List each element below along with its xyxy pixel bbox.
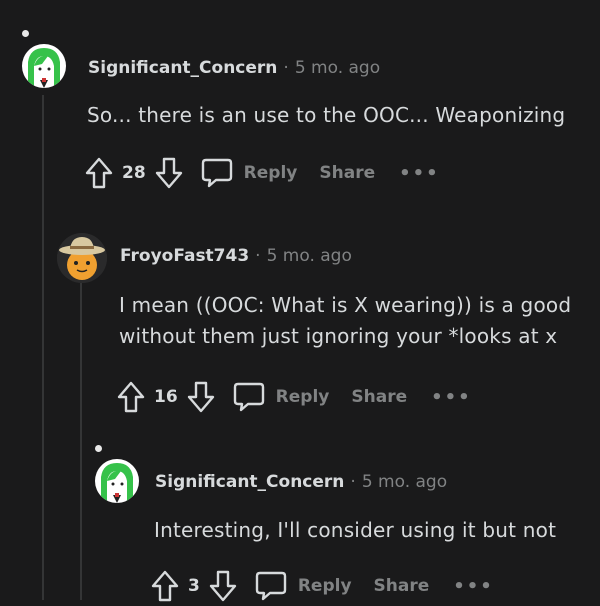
more-options-button[interactable]: ••• — [431, 387, 472, 408]
share-button[interactable]: Share — [374, 576, 430, 596]
separator: · — [283, 58, 289, 78]
comment-body-line: Interesting, I'll consider using it but … — [154, 518, 557, 542]
comment-body-line: without them just ignoring your *looks a… — [119, 324, 558, 348]
upvote-icon[interactable] — [116, 380, 146, 414]
downvote-icon[interactable] — [154, 156, 184, 190]
comment-body-line: I mean ((OOC: What is X wearing)) is a g… — [119, 293, 572, 317]
timestamp[interactable]: 5 mo. ago — [362, 472, 447, 492]
separator: · — [255, 246, 261, 266]
vote-count: 16 — [154, 387, 178, 407]
comment-meta: Significant_Concern · 5 mo. ago — [155, 472, 447, 492]
comment-actions: 16 Reply Share ••• — [116, 377, 472, 417]
comment-actions: 3 Reply Share ••• — [150, 566, 494, 606]
reply-button[interactable]: Reply — [276, 387, 330, 407]
username[interactable]: Significant_Concern — [155, 472, 344, 492]
upvote-icon[interactable] — [84, 156, 114, 190]
comment-body: So... there is an use to the OOC... Weap… — [87, 100, 565, 131]
thread-line-2[interactable] — [80, 283, 82, 600]
avatar[interactable] — [57, 233, 107, 283]
vote-count: 28 — [122, 163, 146, 183]
comment-meta: FroyoFast743 · 5 mo. ago — [120, 246, 352, 266]
avatar[interactable] — [95, 459, 139, 503]
thread-line-1[interactable] — [42, 95, 44, 600]
online-indicator — [22, 30, 29, 37]
reply-button[interactable]: Reply — [298, 576, 352, 596]
green-hair-character-icon — [22, 44, 66, 88]
separator: · — [350, 472, 356, 492]
upvote-icon[interactable] — [150, 569, 180, 603]
share-button[interactable]: Share — [351, 387, 407, 407]
reply-button[interactable]: Reply — [244, 163, 298, 183]
username[interactable]: Significant_Concern — [88, 58, 277, 78]
comment-body: I mean ((OOC: What is X wearing)) is a g… — [119, 290, 571, 352]
vote-count: 3 — [188, 576, 200, 596]
comment-body: Interesting, I'll consider using it but … — [154, 515, 556, 546]
timestamp[interactable]: 5 mo. ago — [267, 246, 352, 266]
timestamp[interactable]: 5 mo. ago — [295, 58, 380, 78]
downvote-icon[interactable] — [208, 569, 238, 603]
green-hair-character-icon — [95, 459, 139, 503]
avatar[interactable] — [22, 44, 66, 88]
comment-meta: Significant_Concern · 5 mo. ago — [88, 58, 380, 78]
online-indicator — [95, 445, 102, 452]
comment-actions: 28 Reply Share ••• — [84, 153, 440, 193]
downvote-icon[interactable] — [186, 380, 216, 414]
reply-icon[interactable] — [200, 157, 234, 189]
comment-body-line: So... there is an use to the OOC... Weap… — [87, 103, 566, 127]
reply-icon[interactable] — [232, 381, 266, 413]
username[interactable]: FroyoFast743 — [120, 246, 249, 266]
cowboy-snoo-icon — [57, 233, 107, 283]
share-button[interactable]: Share — [319, 163, 375, 183]
reply-icon[interactable] — [254, 570, 288, 602]
more-options-button[interactable]: ••• — [399, 163, 440, 184]
more-options-button[interactable]: ••• — [453, 576, 494, 597]
